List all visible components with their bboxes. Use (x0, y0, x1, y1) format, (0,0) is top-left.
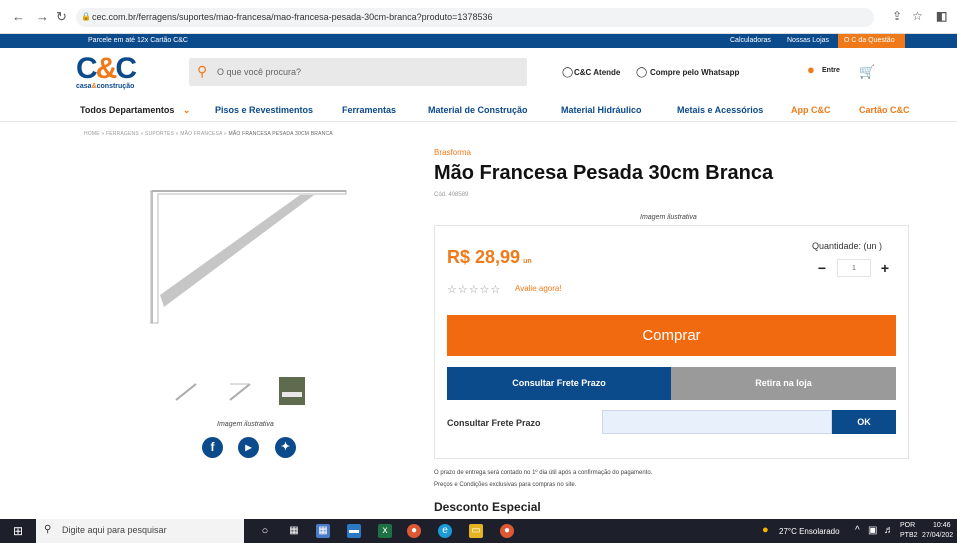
search-icon: ⚲ (44, 524, 52, 535)
conditions-note: Preços e Condições exclusivas para compr… (434, 482, 577, 488)
thumbnail-2[interactable] (226, 376, 254, 406)
volume-icon[interactable]: ♬ (884, 525, 894, 536)
cart-icon[interactable]: 🛒 (859, 64, 875, 80)
nav-metais[interactable]: Metais e Acessórios (677, 105, 763, 115)
tab-consultar-frete[interactable]: Consultar Frete Prazo (447, 367, 671, 400)
category-nav: Todos Departamentos ⌄ Pisos e Revestimen… (0, 98, 957, 122)
chevron-down-icon: ⌄ (182, 105, 191, 115)
lang-2[interactable]: PTB2 (900, 532, 918, 539)
cep-input[interactable] (602, 410, 832, 434)
search-box[interactable]: ⚲ O que você procura? (189, 58, 527, 86)
product-main-image[interactable] (150, 183, 350, 328)
search-icon[interactable]: ⚲ (197, 63, 207, 80)
quantity-input[interactable]: 1 (837, 259, 871, 277)
reload-icon[interactable]: ↻ (56, 9, 67, 25)
rating-stars[interactable]: ☆☆☆☆☆ (447, 283, 501, 296)
whatsapp-icon: ◯ (636, 67, 648, 78)
promo-text[interactable]: Parcele em até 12x Cartão C&C (88, 37, 188, 44)
chrome-active-icon[interactable]: ● (500, 524, 514, 538)
tray-chevron-icon[interactable]: ^ (855, 525, 860, 536)
atende-link[interactable]: C&C Atende (574, 68, 620, 77)
sidebar-icon[interactable]: ◧ (936, 9, 947, 23)
edge-icon[interactable]: e (438, 524, 452, 538)
forward-icon[interactable]: → (36, 9, 49, 24)
back-icon[interactable]: ← (12, 9, 25, 24)
product-brand[interactable]: Brasforma (434, 148, 471, 157)
weather-icon: ● (762, 524, 769, 536)
login-link[interactable]: Entre (822, 67, 840, 74)
calculator-icon[interactable]: ▦ (316, 524, 330, 538)
store-icon[interactable]: ▬ (347, 524, 361, 538)
site-logo[interactable]: C&C casa&construção (76, 54, 156, 92)
logo-mark: C&C (76, 52, 137, 85)
facebook-icon[interactable]: f (202, 437, 223, 458)
excel-icon[interactable]: x (378, 524, 392, 538)
price-unit: un (523, 258, 532, 265)
all-departments-menu[interactable]: Todos Departamentos ⌄ (80, 105, 190, 116)
headset-icon: ◯ (562, 67, 574, 78)
chrome-icon[interactable]: ● (407, 524, 421, 538)
tab-retira-loja[interactable]: Retira na loja (671, 367, 896, 400)
product-code: Cód. 408589 (434, 192, 469, 198)
lock-icon: 🔒 (81, 12, 91, 21)
product-title: Mão Francesa Pesada 30cm Branca (434, 162, 774, 184)
quantity-increase-button[interactable]: + (876, 258, 894, 278)
delivery-note: O prazo de entrega será contado no 1º di… (434, 470, 653, 476)
nossas-lojas-link[interactable]: Nossas Lojas (787, 37, 829, 44)
taskbar: ⊞ ⚲ Digite aqui para pesquisar ○ ▦ ▦ ▬ x… (0, 519, 957, 543)
url-text: cec.com.br/ferragens/suportes/mao-france… (92, 12, 493, 22)
bookmark-star-icon[interactable]: ☆ (912, 9, 923, 23)
quantity-decrease-button[interactable]: − (813, 258, 831, 278)
network-icon[interactable]: ▣ (868, 525, 877, 536)
o-c-da-questao-link[interactable]: O C da Questão (838, 34, 905, 48)
quantity-label: Quantidade: (un ) (812, 241, 883, 251)
twitter-icon[interactable]: ✦ (275, 437, 296, 458)
browser-toolbar: ← → ↻ 🔒 cec.com.br/ferragens/suportes/ma… (0, 0, 957, 34)
lang-1[interactable]: POR (900, 522, 915, 529)
taskbar-search-input[interactable]: Digite aqui para pesquisar (62, 525, 167, 535)
search-input[interactable]: O que você procura? (217, 67, 301, 77)
frete-label: Consultar Frete Prazo (447, 418, 541, 428)
clock-time[interactable]: 10:46 (933, 522, 951, 529)
taskbar-search[interactable]: ⚲ Digite aqui para pesquisar (36, 519, 244, 543)
thumbnail-1[interactable] (172, 376, 200, 406)
user-icon[interactable]: ● (807, 62, 815, 77)
cortana-icon[interactable]: ○ (258, 524, 272, 538)
nav-app[interactable]: App C&C (791, 105, 831, 115)
clock-date[interactable]: 27/04/202 (922, 532, 953, 539)
youtube-icon[interactable]: ▶ (238, 437, 259, 458)
nav-material-hidraulico[interactable]: Material Hidráulico (561, 105, 642, 115)
top-strip: Parcele em até 12x Cartão C&C Calculador… (0, 34, 957, 48)
thumbnail-3[interactable] (278, 376, 306, 406)
address-bar[interactable]: 🔒 cec.com.br/ferragens/suportes/mao-fran… (76, 8, 874, 27)
nav-pisos[interactable]: Pisos e Revestimentos (215, 105, 313, 115)
nav-material-construcao[interactable]: Material de Construção (428, 105, 528, 115)
share-icon[interactable]: ⇪ (892, 9, 902, 23)
buy-button[interactable]: Comprar (447, 315, 896, 356)
breadcrumb[interactable]: HOME » FERRAGENS » SUPORTES » MÃO FRANCE… (84, 131, 333, 137)
weather-text[interactable]: 27°C Ensolarado (779, 527, 840, 536)
windows-start-icon[interactable]: ⊞ (13, 524, 23, 538)
discount-heading: Desconto Especial (434, 500, 541, 514)
file-explorer-icon[interactable]: ▭ (469, 524, 483, 538)
ok-button[interactable]: OK (832, 410, 896, 434)
image-caption-top: Imagem ilustrativa (640, 214, 697, 221)
whatsapp-link[interactable]: Compre pelo Whatsapp (650, 68, 739, 77)
product-price: R$ 28,99 un (447, 247, 532, 267)
rate-now-link[interactable]: Avalie agora! (515, 284, 562, 293)
nav-ferramentas[interactable]: Ferramentas (342, 105, 396, 115)
task-view-icon[interactable]: ▦ (287, 524, 301, 538)
image-caption-bottom: Imagem ilustrativa (217, 421, 274, 428)
calculadoras-link[interactable]: Calculadoras (730, 37, 771, 44)
logo-subtitle: casa&construção (76, 83, 135, 90)
nav-cartao[interactable]: Cartão C&C (859, 105, 910, 115)
